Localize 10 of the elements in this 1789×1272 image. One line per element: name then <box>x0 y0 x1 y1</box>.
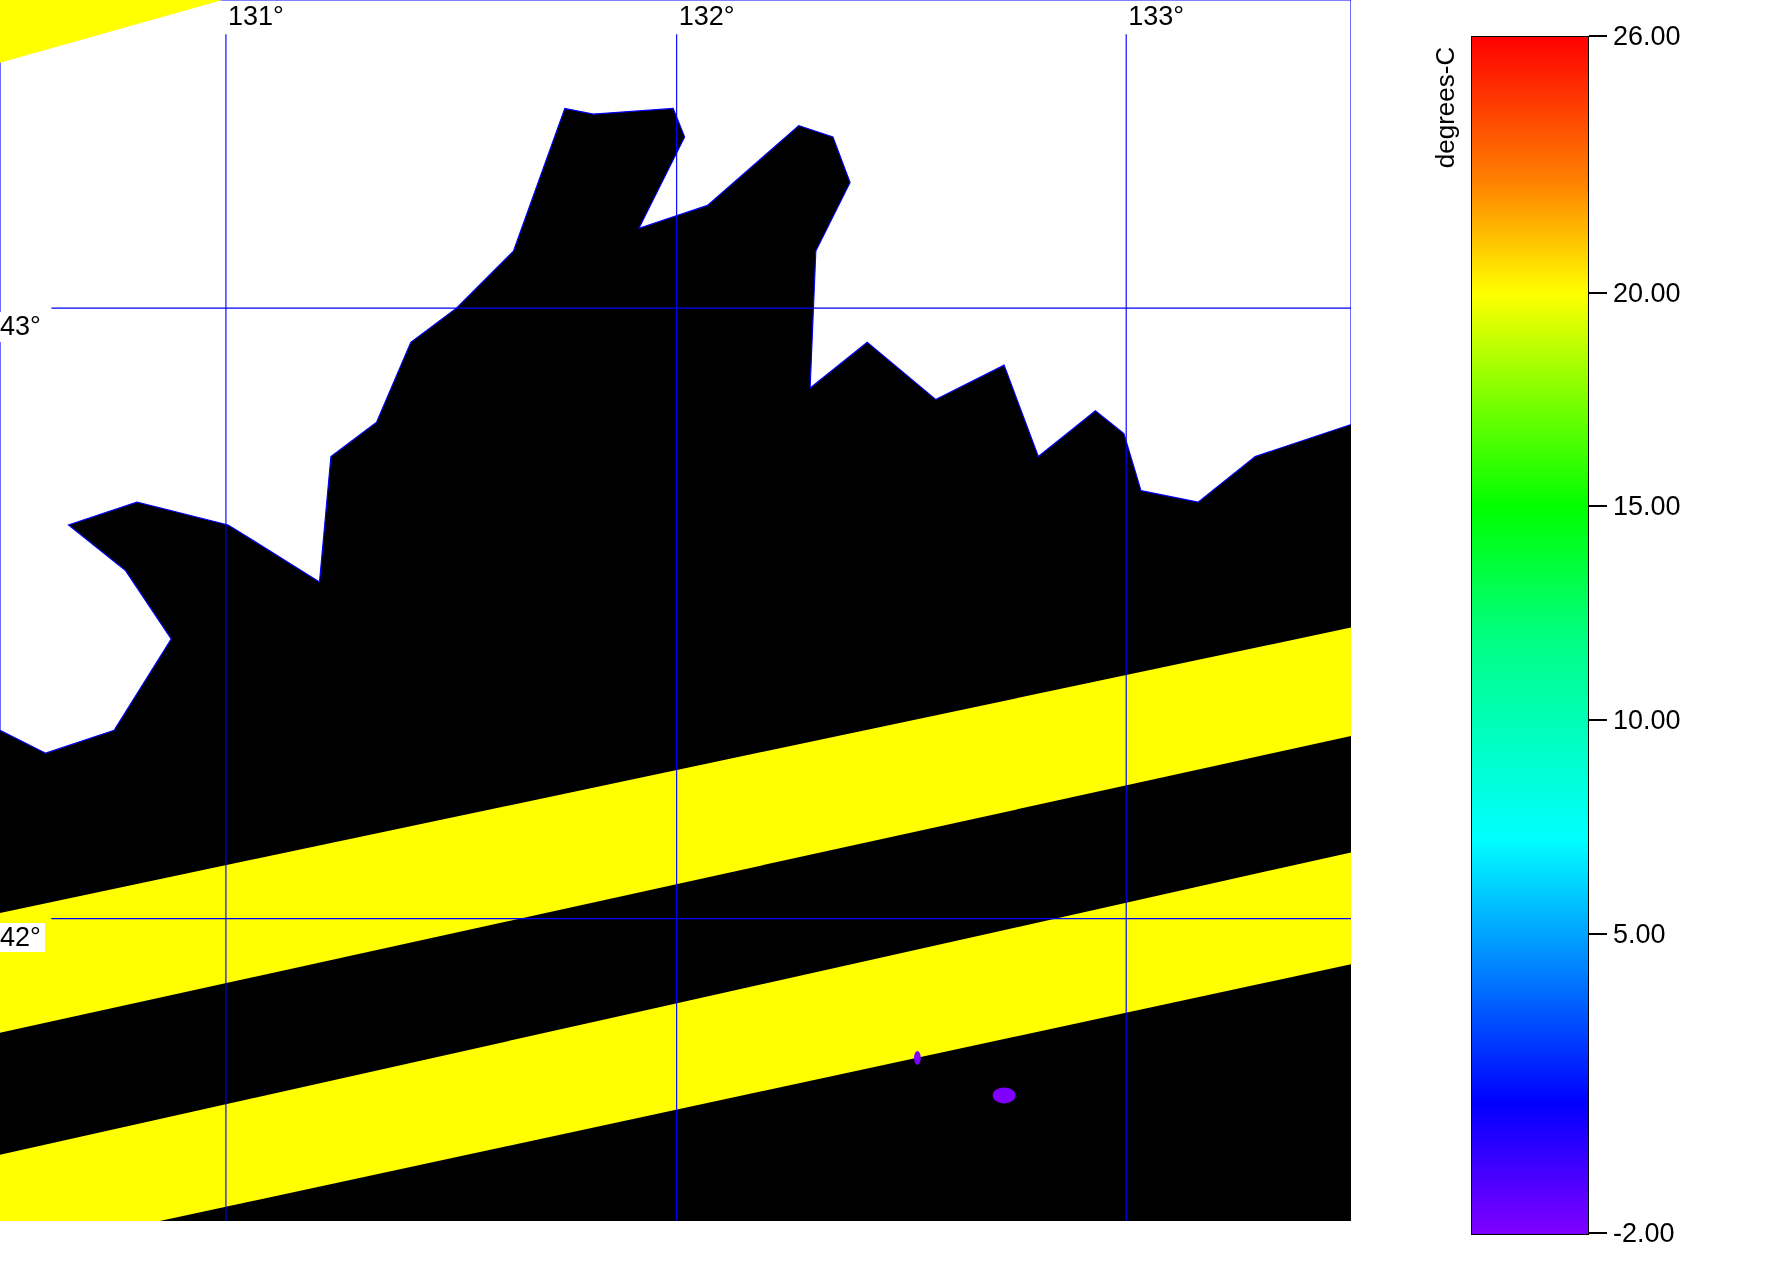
latitude-label: 42° <box>0 922 45 953</box>
colorbar-tick-label: 26.00 <box>1613 20 1681 52</box>
colorbar-tick-label: 15.00 <box>1613 490 1681 522</box>
colorbar-tick-label: -2.00 <box>1613 1217 1675 1249</box>
colorbar-title: degrees-C <box>1430 46 1462 169</box>
temperature-patch <box>914 1050 921 1065</box>
colorbar-tick-label: 10.00 <box>1613 704 1681 736</box>
colorbar-tick-label: 5.00 <box>1613 918 1666 950</box>
temperature-patch <box>992 1087 1016 1104</box>
colorbar-tick-label: 20.00 <box>1613 277 1681 308</box>
